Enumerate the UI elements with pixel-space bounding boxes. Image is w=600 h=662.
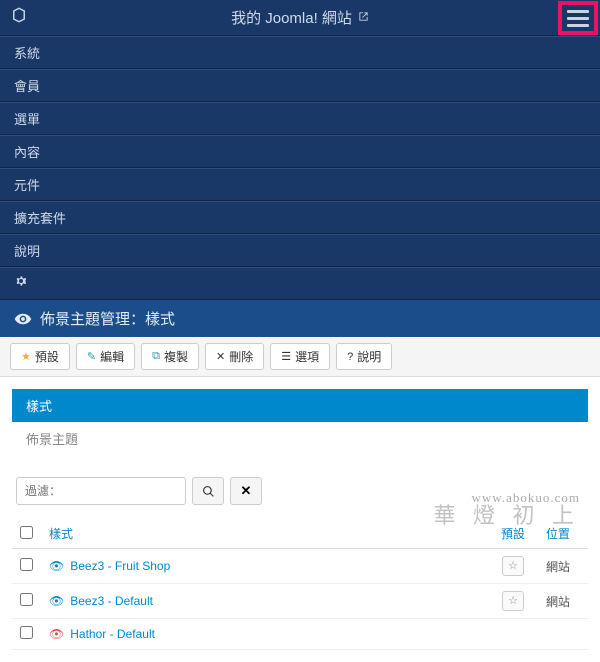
close-icon: ✕ (216, 350, 225, 363)
help-button[interactable]: ?說明 (336, 343, 392, 370)
menu-item-content[interactable]: 內容 (0, 135, 600, 168)
delete-button[interactable]: ✕刪除 (205, 343, 264, 370)
help-icon: ? (347, 351, 353, 363)
menu-item-components[interactable]: 元件 (0, 168, 600, 201)
tab-templates[interactable]: 佈景主題 (12, 422, 588, 455)
page-title: 佈景主題管理：樣式 (40, 308, 175, 329)
duplicate-button[interactable]: ⧉複製 (141, 343, 199, 370)
menu-item-extensions[interactable]: 擴充套件 (0, 201, 600, 234)
menu-item-menus[interactable]: 選單 (0, 102, 600, 135)
tab-styles[interactable]: 樣式 (12, 389, 588, 422)
filter-input[interactable] (16, 477, 186, 505)
main-menu: 系統 會員 選單 內容 元件 擴充套件 說明 (0, 36, 600, 300)
tabs: 樣式 佈景主題 (12, 389, 588, 455)
default-star-button[interactable]: ☆ (502, 591, 524, 611)
copy-icon: ⧉ (152, 350, 160, 363)
templates-table: 樣式 預設 位置 👁Beez3 - Fruit Shop ☆ 網站 👁Beez3… (12, 519, 588, 650)
row-checkbox[interactable] (20, 558, 33, 571)
eye-icon (14, 310, 32, 328)
options-icon: ☰ (281, 350, 291, 363)
row-checkbox[interactable] (20, 626, 33, 639)
location-cell: 網站 (538, 584, 588, 619)
options-button[interactable]: ☰選項 (270, 343, 330, 370)
col-style[interactable]: 樣式 (41, 519, 488, 549)
menu-item-users[interactable]: 會員 (0, 69, 600, 102)
site-title[interactable]: 我的 Joomla! 網站 (231, 7, 352, 28)
edit-icon: ✎ (87, 350, 96, 363)
menu-item-help[interactable]: 說明 (0, 234, 600, 267)
edit-button[interactable]: ✎編輯 (76, 343, 135, 370)
joomla-logo-icon (10, 6, 28, 29)
select-all-checkbox[interactable] (20, 526, 33, 539)
menu-item-settings[interactable] (0, 267, 600, 300)
gear-icon (14, 274, 28, 288)
default-star-button[interactable]: ☆ (502, 556, 524, 576)
clear-button[interactable]: ✕ (230, 477, 262, 505)
search-icon (202, 485, 215, 498)
template-link[interactable]: 👁Hathor - Default (49, 627, 480, 641)
external-link-icon[interactable] (358, 11, 369, 25)
table-row: 👁Beez3 - Default ☆ 網站 (12, 584, 588, 619)
toolbar: ★預設 ✎編輯 ⧉複製 ✕刪除 ☰選項 ?說明 (0, 337, 600, 377)
default-button[interactable]: ★預設 (10, 343, 70, 370)
location-cell: 網站 (538, 549, 588, 584)
eye-icon: 👁 (49, 627, 64, 641)
close-icon: ✕ (241, 483, 252, 499)
watermark-text: 華 燈 初 上 (433, 498, 580, 530)
template-link[interactable]: 👁Beez3 - Fruit Shop (49, 559, 480, 573)
top-bar: 我的 Joomla! 網站 (0, 0, 600, 36)
table-row: 👁Beez3 - Fruit Shop ☆ 網站 (12, 549, 588, 584)
page-header: 佈景主題管理：樣式 (0, 300, 600, 337)
menu-item-system[interactable]: 系統 (0, 36, 600, 69)
table-row: 👁Hathor - Default (12, 619, 588, 650)
eye-icon: 👁 (49, 594, 64, 608)
location-cell (538, 619, 588, 650)
row-checkbox[interactable] (20, 593, 33, 606)
template-link[interactable]: 👁Beez3 - Default (49, 594, 480, 608)
search-button[interactable] (192, 477, 224, 505)
star-icon: ★ (21, 350, 31, 363)
hamburger-menu-button[interactable] (562, 4, 594, 32)
eye-icon: 👁 (49, 559, 64, 573)
